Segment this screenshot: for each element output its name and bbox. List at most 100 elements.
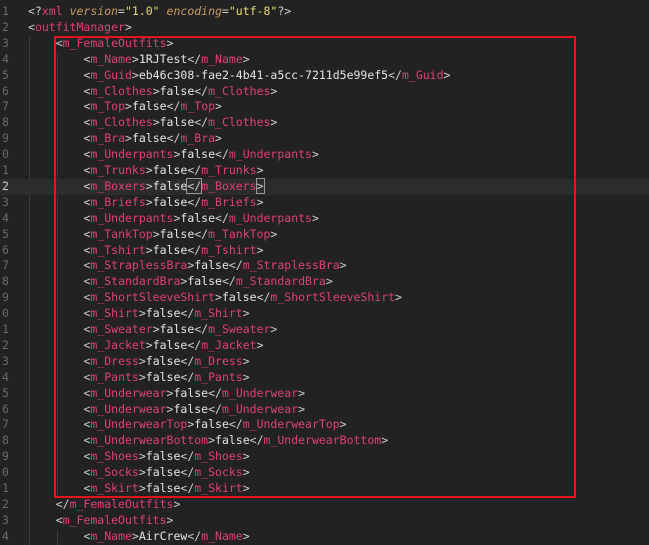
tag-close-bracket: > bbox=[166, 35, 174, 50]
code-line[interactable]: 2 <outfitManager> bbox=[0, 20, 649, 36]
code-line[interactable]: 1 <?xml version="1.0" encoding="utf-8"?> bbox=[0, 4, 649, 20]
xml-tag-name: m_Sweater bbox=[90, 322, 153, 336]
tag-close-bracket: > bbox=[242, 306, 250, 321]
closing-tag-bracket: </ bbox=[187, 528, 202, 543]
code-line[interactable]: 6 <m_Underwear>false</m_Underwear> bbox=[0, 402, 649, 418]
field-value: false bbox=[159, 322, 195, 336]
code-content: <m_FemaleOutfits> bbox=[56, 36, 174, 52]
line-number: 2 bbox=[2, 337, 9, 352]
code-line[interactable]: 1 <m_Trunks>false</m_Trunks> bbox=[0, 163, 649, 179]
code-editor[interactable]: 1 <?xml version="1.0" encoding="utf-8"?> 2… bbox=[0, 0, 649, 545]
code-line[interactable]: 8 <m_StandardBra>false</m_StandardBra> bbox=[0, 274, 649, 290]
xml-tag-name: m_Underwear bbox=[90, 401, 167, 416]
xml-tag-name: m_UnderwearBottom bbox=[90, 433, 209, 448]
field-value: false bbox=[152, 178, 188, 193]
tag-close-bracket: > bbox=[395, 290, 402, 305]
attribute-name: encoding bbox=[166, 4, 222, 18]
code-line[interactable]: 7 <m_UnderwearTop>false</m_UnderwearTop> bbox=[0, 417, 649, 433]
tag-close-bracket: > bbox=[339, 258, 347, 273]
xml-tag-name: m_Dress bbox=[90, 353, 139, 368]
code-line[interactable]: 4 <m_Pants>false</m_Pants> bbox=[0, 370, 649, 386]
code-line[interactable]: 4 <m_Name>AirCrew</m_Name> bbox=[0, 529, 649, 545]
line-number: 1 bbox=[2, 163, 9, 177]
code-line[interactable]: 0 <m_Shirt>false</m_Shirt> bbox=[0, 306, 649, 322]
code-line[interactable]: 2 <m_Jacket>false</m_Jacket> bbox=[0, 338, 649, 354]
code-line[interactable]: 5 <m_Underwear>false</m_Underwear> bbox=[0, 386, 649, 402]
tag-close-bracket: > bbox=[242, 481, 250, 495]
xml-tag-name: m_Underwear bbox=[221, 401, 299, 416]
tag-close-bracket: > bbox=[311, 147, 319, 162]
line-number: 4 bbox=[2, 210, 9, 225]
line-number: 5 bbox=[2, 67, 9, 82]
xml-tag-name: m_Shirt bbox=[90, 306, 139, 321]
line-number: 8 bbox=[2, 274, 9, 289]
code-line[interactable]: 2 <m_Boxers>false</m_Boxers> bbox=[0, 177, 649, 195]
closing-tag-bracket: </ bbox=[194, 83, 209, 98]
field-value: false bbox=[145, 306, 181, 321]
code-line[interactable]: 4 <m_Underpants>false</m_Underpants> bbox=[0, 211, 649, 227]
code-line[interactable]: 9 <m_Bra>false</m_Bra> bbox=[0, 131, 649, 147]
code-line[interactable]: 1 <m_Sweater>false</m_Sweater> bbox=[0, 322, 649, 338]
field-value: false bbox=[180, 210, 216, 225]
tag-close-bracket: > bbox=[256, 337, 264, 352]
code-line[interactable]: 9 <m_ShortSleeveShirt>false</m_ShortSleev… bbox=[0, 290, 649, 306]
code-line[interactable]: 8 <m_UnderwearBottom>false</m_UnderwearBo… bbox=[0, 433, 649, 449]
closing-tag-bracket: </ bbox=[55, 496, 70, 511]
xml-tag-name: m_Jacket bbox=[201, 337, 257, 352]
xml-tag-name: m_Skirt bbox=[194, 481, 243, 495]
field-value: false bbox=[145, 481, 181, 495]
code-line[interactable]: 9 <m_Shoes>false</m_Shoes> bbox=[0, 449, 649, 465]
code-line[interactable]: 8 <m_Clothes>false</m_Clothes> bbox=[0, 115, 649, 131]
xml-tag-name: m_TankTop bbox=[208, 226, 271, 241]
field-value: false bbox=[173, 401, 209, 416]
xml-tag-name: m_StraplessBra bbox=[242, 258, 340, 273]
xml-tag-name: m_Top bbox=[180, 99, 216, 114]
xml-tag-name: m_StraplessBra bbox=[90, 258, 188, 273]
field-value: false bbox=[194, 417, 229, 432]
tag-close-bracket: > bbox=[255, 177, 265, 194]
tag-close-bracket: > bbox=[152, 83, 160, 98]
code-content: <m_FemaleOutfits> bbox=[56, 513, 174, 529]
line-number: 2 bbox=[2, 19, 9, 34]
code-line[interactable]: 0 <m_Underpants>false</m_Underpants> bbox=[0, 147, 649, 163]
code-line[interactable]: 3 <m_FemaleOutfits> bbox=[0, 36, 649, 52]
equals-sign: = bbox=[221, 4, 229, 18]
guid-value: eb46c308-fae2-4b41-a5cc-7211d5e99ef5 bbox=[138, 67, 389, 82]
xml-tag-name: m_Shirt bbox=[194, 306, 243, 321]
closing-tag-bracket: </ bbox=[180, 353, 195, 368]
code-line[interactable]: 2 </m_FemaleOutfits> bbox=[0, 497, 649, 513]
code-line[interactable]: 5 <m_TankTop>false</m_TankTop> bbox=[0, 227, 649, 243]
code-line[interactable]: 0 <m_Socks>false</m_Socks> bbox=[0, 465, 649, 481]
xml-tag-name: m_Boxers bbox=[90, 178, 146, 193]
tag-close-bracket: > bbox=[242, 528, 250, 543]
code-content: <m_TankTop>false</m_TankTop> bbox=[83, 227, 277, 243]
field-value: false bbox=[187, 274, 222, 289]
line-number: 3 bbox=[2, 512, 9, 527]
tag-close-bracket: > bbox=[152, 115, 160, 130]
xml-tag-name: m_Boxers bbox=[201, 178, 257, 193]
closing-tag-bracket: </ bbox=[194, 226, 209, 241]
tag-close-bracket: > bbox=[138, 369, 146, 384]
field-value: false bbox=[221, 290, 257, 305]
tag-close-bracket: > bbox=[138, 449, 146, 464]
xml-tag-name: m_Briefs bbox=[201, 194, 257, 209]
code-line[interactable]: 1 <m_Skirt>false</m_Skirt> bbox=[0, 481, 649, 497]
line-number: 3 bbox=[2, 35, 9, 50]
code-line[interactable]: 6 <m_Clothes>false</m_Clothes> bbox=[0, 84, 649, 100]
code-line[interactable]: 3 <m_Briefs>false</m_Briefs> bbox=[0, 195, 649, 211]
code-line[interactable]: 3 <m_FemaleOutfits> bbox=[0, 513, 649, 529]
xml-tag-name: m_Top bbox=[90, 99, 125, 114]
closing-tag-bracket: </ bbox=[187, 163, 202, 177]
code-line[interactable]: 7 <m_Top>false</m_Top> bbox=[0, 99, 649, 115]
line-number: 9 bbox=[2, 290, 9, 305]
code-line[interactable]: 5 <m_Guid>eb46c308-fae2-4b41-a5cc-7211d5e… bbox=[0, 68, 649, 84]
xml-tag-name: m_Guid bbox=[90, 67, 132, 82]
code-content: <m_Guid>eb46c308-fae2-4b41-a5cc-7211d5e9… bbox=[83, 68, 450, 84]
code-line[interactable]: 6 <m_Tshirt>false</m_Tshirt> bbox=[0, 243, 649, 259]
closing-tag-bracket: </ bbox=[221, 274, 236, 289]
code-line[interactable]: 4 <m_Name>1RJTest</m_Name> bbox=[0, 52, 649, 68]
code-line[interactable]: 3 <m_Dress>false</m_Dress> bbox=[0, 354, 649, 370]
xml-tag-name: m_Briefs bbox=[90, 194, 146, 209]
code-line[interactable]: 7 <m_StraplessBra>false</m_StraplessBra> bbox=[0, 258, 649, 274]
equals-sign: = bbox=[118, 4, 125, 18]
